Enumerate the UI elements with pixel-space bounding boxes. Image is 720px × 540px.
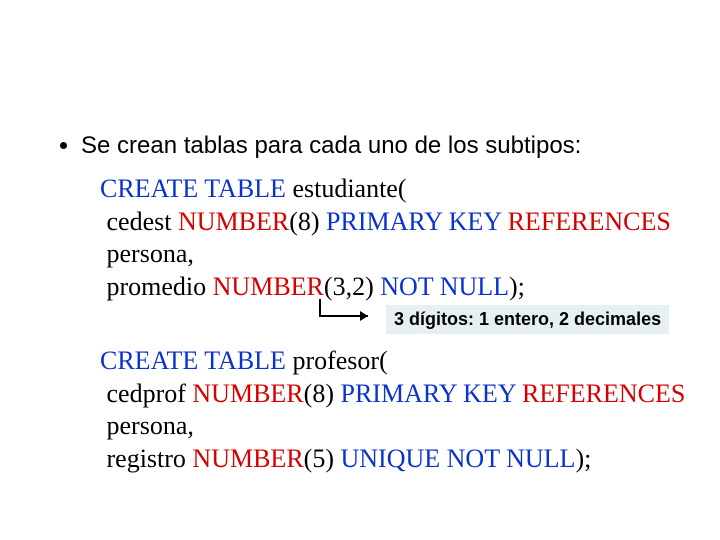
code-text: promedio [100, 272, 213, 301]
code-text: (8) [289, 207, 326, 236]
annotation-wrap: 3 dígitos: 1 entero, 2 decimales [100, 305, 680, 339]
code-text: (5) [304, 444, 341, 473]
code-text: cedprof [100, 379, 192, 408]
code-text: , [187, 239, 194, 268]
code-text: (8) [304, 379, 341, 408]
code-text: persona [100, 411, 187, 440]
annotation-label: 3 dígitos: 1 entero, 2 decimales [386, 305, 669, 334]
slide: Se crean tablas para cada uno de los sub… [0, 0, 720, 540]
code-text: , [187, 411, 194, 440]
code-text: persona [100, 239, 187, 268]
code-text: ); [509, 272, 525, 301]
bullet-dot [60, 142, 67, 149]
function: REFERENCES [508, 207, 671, 236]
code-text: ); [575, 444, 591, 473]
code-line: cedest NUMBER(8) PRIMARY KEY REFERENCES [100, 206, 680, 239]
function: REFERENCES [522, 379, 685, 408]
code-line: CREATE TABLE estudiante( [100, 173, 680, 206]
code-text: estudiante( [286, 174, 407, 203]
keyword: PRIMARY KEY [326, 207, 508, 236]
code-line: registro NUMBER(5) UNIQUE NOT NULL); [100, 443, 680, 476]
code-text: cedest [100, 207, 178, 236]
bullet-item: Se crean tablas para cada uno de los sub… [50, 130, 680, 161]
code-line: persona, [100, 238, 680, 271]
function: NUMBER [192, 444, 303, 473]
keyword: UNIQUE NOT NULL [341, 444, 576, 473]
function: NUMBER [192, 379, 303, 408]
keyword: NOT NULL [380, 272, 509, 301]
code-line: promedio NUMBER(3,2) NOT NULL); [100, 271, 680, 304]
arrow-icon [310, 299, 380, 333]
keyword: CREATE TABLE [100, 346, 286, 375]
keyword: PRIMARY KEY [340, 379, 522, 408]
keyword: CREATE TABLE [100, 174, 286, 203]
code-line: CREATE TABLE profesor( [100, 345, 680, 378]
code-text: (3,2) [324, 272, 380, 301]
function: NUMBER [178, 207, 289, 236]
code-line: cedprof NUMBER(8) PRIMARY KEY REFERENCES [100, 378, 680, 411]
code-text: registro [100, 444, 192, 473]
code-block-estudiante: CREATE TABLE estudiante( cedest NUMBER(8… [100, 173, 680, 303]
code-line: persona, [100, 410, 680, 443]
bullet-text: Se crean tablas para cada uno de los sub… [81, 130, 680, 161]
code-text: profesor( [286, 346, 388, 375]
function: NUMBER [213, 272, 324, 301]
code-block-profesor: CREATE TABLE profesor( cedprof NUMBER(8)… [100, 345, 680, 475]
